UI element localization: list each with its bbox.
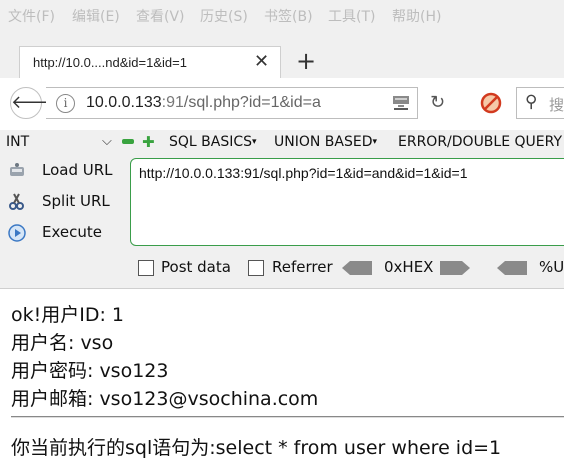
browser-tab[interactable]: http://10.0....nd&id=1&id=1 ✕ (19, 46, 281, 78)
load-url-icon (10, 163, 24, 176)
dropdown-arrow-icon: ▾ (372, 137, 378, 147)
load-url-label: Load URL (42, 161, 113, 179)
scissors-icon (9, 193, 24, 210)
hex-decode-arrow-icon[interactable] (342, 261, 372, 275)
url-encode-label: %U (539, 258, 564, 276)
referrer-label: Referrer (272, 258, 333, 276)
referrer-checkbox[interactable] (248, 260, 264, 276)
menu-error-double-query-label: ERROR/DOUBLE QUERY (398, 134, 563, 150)
menu-bar: 文件(F) 编辑(E) 查看(V) 历史(S) 书签(B) 工具(T) 帮助(H… (0, 0, 564, 30)
close-icon[interactable]: ✕ (254, 51, 269, 72)
post-data-checkbox[interactable] (138, 260, 154, 276)
result-password: 用户密码: vso123 (11, 360, 169, 382)
back-button[interactable]: 🡐 (10, 87, 59, 119)
post-data-label: Post data (161, 258, 231, 276)
noscript-icon[interactable] (480, 92, 502, 114)
menu-tools[interactable]: 工具(T) (328, 6, 375, 26)
type-select[interactable]: INT ⌵ (6, 134, 112, 150)
sql-statement: 你当前执行的sql语句为:select * from user where id… (11, 437, 502, 459)
search-icon: ⚲ (525, 92, 538, 112)
split-url-label: Split URL (42, 192, 110, 210)
search-box[interactable]: ⚲ 搜 (516, 87, 564, 119)
reload-icon[interactable]: ↻ (430, 92, 445, 113)
dropdown-arrow-icon: ▾ (252, 137, 257, 147)
menu-help[interactable]: 帮助(H) (392, 6, 441, 26)
menu-error-double-query[interactable]: ERROR/DOUBLE QUERY (398, 134, 562, 150)
hex-encode-arrow-icon[interactable] (440, 261, 470, 275)
hex-label: 0xHEX (384, 258, 434, 276)
url-text: 10.0.0.133:91/sql.php?id=1&id=a (86, 94, 321, 112)
divider (11, 416, 564, 418)
menu-view[interactable]: 查看(V) (136, 6, 185, 26)
execute-icon (8, 224, 26, 242)
site-identity-icon[interactable] (392, 95, 410, 111)
menu-union-based[interactable]: UNION BASED▾ (274, 134, 377, 150)
plus-icon[interactable]: ✚ (142, 135, 155, 150)
hackbar-panel: INT ⌵ ✚ SQL BASICS▾ UNION BASED▾ ERROR/D… (0, 130, 564, 289)
type-select-value: INT (6, 134, 30, 150)
menu-bookmarks[interactable]: 书签(B) (264, 6, 313, 26)
menu-history[interactable]: 历史(S) (200, 6, 248, 26)
result-user-id: ok!用户ID: 1 (11, 304, 125, 326)
address-bar[interactable]: i 10.0.0.133:91/sql.php?id=1&id=a (46, 87, 418, 119)
menu-edit[interactable]: 编辑(E) (72, 6, 120, 26)
tab-title: http://10.0....nd&id=1&id=1 (33, 55, 187, 70)
result-username: 用户名: vso (11, 332, 114, 354)
minus-icon[interactable] (122, 139, 134, 144)
result-email: 用户邮箱: vso123@vsochina.com (11, 388, 319, 410)
hackbar-toolbar: INT ⌵ ✚ SQL BASICS▾ UNION BASED▾ ERROR/D… (0, 130, 564, 154)
menu-file[interactable]: 文件(F) (8, 6, 55, 26)
info-icon[interactable]: i (56, 94, 75, 113)
execute-label: Execute (42, 223, 102, 241)
url-port: :91 (161, 94, 184, 111)
url-decode-arrow-icon[interactable] (497, 261, 527, 275)
menu-union-based-label: UNION BASED (274, 134, 373, 150)
new-tab-icon[interactable]: + (296, 46, 316, 76)
menu-sql-basics-label: SQL BASICS (169, 134, 253, 150)
search-placeholder: 搜 (549, 96, 564, 114)
tab-strip: http://10.0....nd&id=1&id=1 ✕ + (0, 30, 564, 78)
url-host: 10.0.0.133 (86, 94, 162, 111)
chevron-down-icon: ⌵ (102, 134, 112, 149)
nav-bar: 🡐 i 10.0.0.133:91/sql.php?id=1&id=a ↻ ⚲ … (0, 78, 564, 131)
url-path: /sql.php?id=1&id=a (183, 94, 321, 111)
menu-sql-basics[interactable]: SQL BASICS▾ (169, 134, 257, 150)
url-textarea-value: http://10.0.0.133:91/sql.php?id=1&id=and… (139, 165, 468, 181)
url-textarea[interactable]: http://10.0.0.133:91/sql.php?id=1&id=and… (130, 158, 564, 246)
